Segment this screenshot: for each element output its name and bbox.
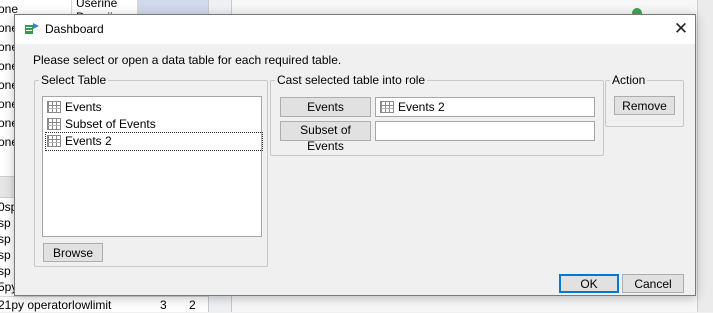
background-cell: 3 <box>160 298 167 312</box>
background-cell: 2 <box>189 298 196 312</box>
background-cell: 21py operatorlowlimit <box>0 298 112 312</box>
action-legend: Action <box>612 73 646 87</box>
dialog-titlebar[interactable]: Dashboard ✕ <box>15 15 695 44</box>
ok-button[interactable]: OK <box>559 274 619 293</box>
cancel-button[interactable]: Cancel <box>622 274 684 293</box>
close-icon: ✕ <box>673 19 689 38</box>
data-table-icon <box>47 118 61 130</box>
list-item-events-2[interactable]: Events 2 <box>45 132 263 151</box>
events-role-button[interactable]: Events <box>280 97 371 117</box>
list-item-events[interactable]: Events <box>46 99 106 116</box>
table-listbox[interactable]: Events Subset of Events Events 2 <box>42 96 263 237</box>
subset-of-events-role-field[interactable] <box>375 121 595 141</box>
data-table-icon <box>47 101 61 113</box>
background-bottom-row: 21py operatorlowlimit 3 2 <box>0 296 208 312</box>
select-table-group: Select Table Events Subset of Events Eve… <box>34 73 268 267</box>
list-item-label: Events 2 <box>65 134 112 148</box>
events-role-field[interactable]: Events 2 <box>375 97 595 117</box>
list-item-subset-of-events[interactable]: Subset of Events <box>46 116 160 133</box>
data-table-icon <box>380 101 394 113</box>
list-item-label: Subset of Events <box>65 117 156 131</box>
remove-button[interactable]: Remove <box>614 96 675 115</box>
subset-of-events-role-button[interactable]: Subset of Events <box>280 121 371 153</box>
dashboard-app-icon <box>25 23 39 34</box>
background-scroll-strip[interactable] <box>697 0 713 312</box>
instruction-text: Please select or open a data table for e… <box>33 53 342 67</box>
cast-role-group: Cast selected table into role Events Eve… <box>270 73 604 156</box>
data-table-icon <box>47 135 61 147</box>
close-button[interactable]: ✕ <box>667 15 695 44</box>
dashboard-dialog: Dashboard ✕ Please select or open a data… <box>14 14 696 296</box>
events-role-value: Events 2 <box>398 100 445 114</box>
action-group: Action Remove <box>605 73 684 127</box>
dialog-title: Dashboard <box>45 22 104 36</box>
select-table-legend: Select Table <box>41 73 107 87</box>
cast-role-legend: Cast selected table into role <box>277 73 426 87</box>
browse-button[interactable]: Browse <box>43 243 103 262</box>
list-item-label: Events <box>65 100 102 114</box>
